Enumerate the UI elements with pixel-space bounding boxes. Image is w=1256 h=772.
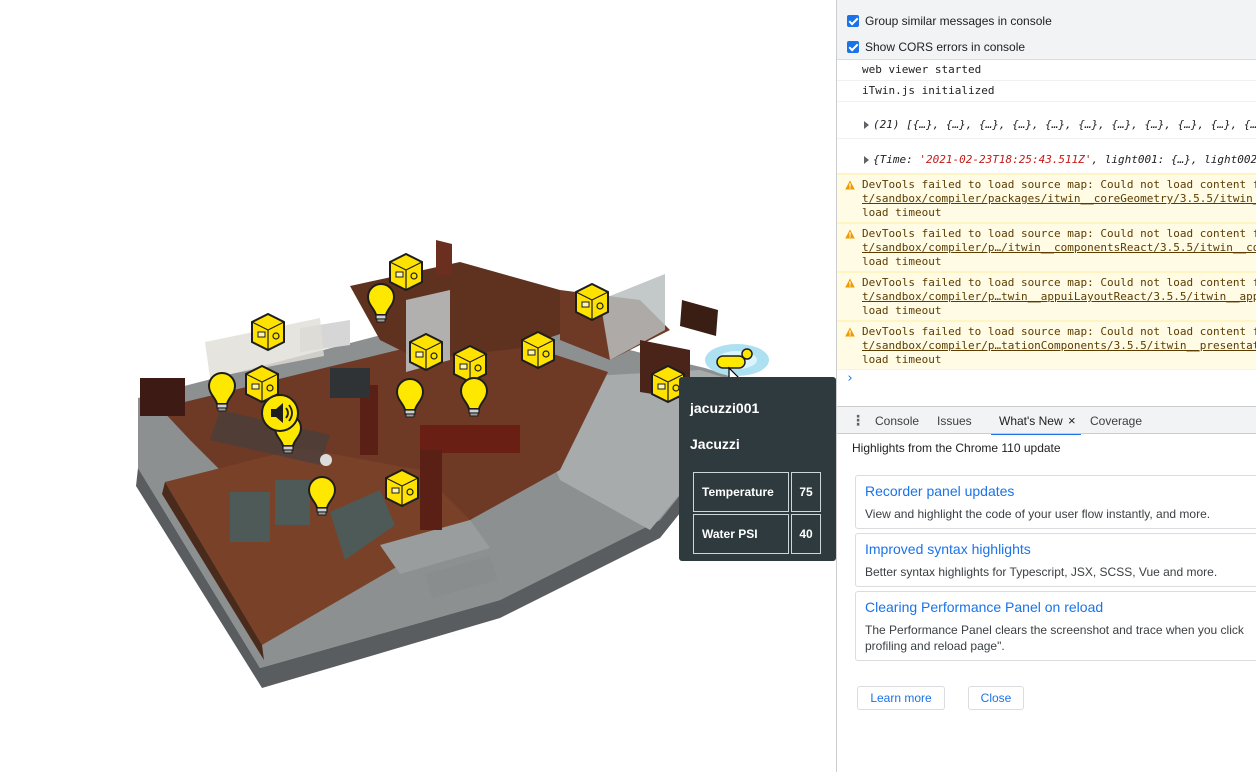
- close-button[interactable]: Close: [968, 686, 1024, 710]
- learn-more-button[interactable]: Learn more: [857, 686, 945, 710]
- console-message: iTwin.js initialized: [837, 81, 1256, 102]
- setting-label: Show CORS errors in console: [865, 40, 1026, 54]
- kebab-menu-icon[interactable]: ⋮: [851, 413, 865, 427]
- message-text: {Time: '2021-02-23T18:25:43.511Z', light…: [873, 153, 1256, 166]
- console-prompt[interactable]: ›: [846, 371, 854, 386]
- message-text: (21) [{…}, {…}, {…}, {…}, {…}, {…}, {…},…: [873, 118, 1256, 131]
- warning-text: load timeout: [862, 304, 942, 317]
- property-value: 75: [791, 472, 821, 512]
- warning-text: load timeout: [862, 255, 942, 268]
- card-title[interactable]: Recorder panel updates: [865, 483, 1014, 499]
- show-cors-setting[interactable]: Show CORS errors in console: [847, 40, 1025, 54]
- property-value: 40: [791, 514, 821, 554]
- warning-text: load timeout: [862, 206, 942, 219]
- speaker-icon[interactable]: [261, 394, 299, 432]
- message-text: iTwin.js initialized: [862, 84, 995, 97]
- warning-text: load timeout: [862, 353, 942, 366]
- console-message[interactable]: {Time: '2021-02-23T18:25:43.511Z', light…: [837, 139, 1256, 174]
- table-row: Temperature 75: [693, 472, 821, 512]
- source-link[interactable]: t/sandbox/compiler/p…tationComponents/3.…: [862, 339, 1256, 352]
- expand-arrow-icon[interactable]: [864, 121, 869, 129]
- source-link[interactable]: t/sandbox/compiler/p…twin__appuiLayoutRe…: [862, 290, 1256, 303]
- checkbox-icon[interactable]: [847, 15, 859, 27]
- checkbox-icon[interactable]: [847, 41, 859, 53]
- warning-text: DevTools failed to load source map: Coul…: [862, 325, 1256, 338]
- whats-new-panel: Highlights from the Chrome 110 update Re…: [837, 435, 1256, 772]
- property-name: Temperature: [693, 472, 789, 512]
- source-link[interactable]: t/sandbox/compiler/packages/itwin__coreG…: [862, 192, 1256, 205]
- feature-card[interactable]: Recorder panel updates View and highligh…: [855, 475, 1256, 529]
- warning-icon: [845, 229, 855, 239]
- warning-icon: [845, 180, 855, 190]
- warning-message: DevTools failed to load source map: Coul…: [837, 174, 1256, 223]
- card-description: View and highlight the code of your user…: [865, 507, 1211, 521]
- element-tooltip: jacuzzi001 Jacuzzi Temperature 75 Water …: [679, 377, 836, 561]
- warning-message: DevTools failed to load source map: Coul…: [837, 223, 1256, 272]
- setting-label: Group similar messages in console: [865, 14, 1052, 28]
- object-time: '2021-02-23T18:25:43.511Z': [919, 153, 1092, 166]
- warning-message: DevTools failed to load source map: Coul…: [837, 272, 1256, 321]
- appliance-marker[interactable]: [251, 313, 285, 351]
- warning-icon: [845, 327, 855, 337]
- object-suffix: , light001: {…}, light002: [1091, 153, 1256, 166]
- tab-coverage[interactable]: Coverage: [1090, 414, 1142, 428]
- appliance-marker[interactable]: [453, 345, 487, 383]
- console-message[interactable]: (21) [{…}, {…}, {…}, {…}, {…}, {…}, {…},…: [837, 102, 1256, 139]
- card-title[interactable]: Improved syntax highlights: [865, 541, 1031, 557]
- property-name: Water PSI: [693, 514, 789, 554]
- card-description: Better syntax highlights for Typescript,…: [865, 565, 1218, 579]
- appliance-marker[interactable]: [389, 253, 423, 291]
- console-settings: Group similar messages in console Show C…: [837, 0, 1256, 60]
- appliance-marker[interactable]: [385, 469, 419, 507]
- card-title[interactable]: Clearing Performance Panel on reload: [865, 599, 1103, 615]
- warning-icon: [845, 278, 855, 288]
- appliance-marker[interactable]: [409, 333, 443, 371]
- tooltip-properties-table: Temperature 75 Water PSI 40: [691, 470, 823, 556]
- expand-arrow-icon[interactable]: [864, 156, 869, 164]
- warning-text: DevTools failed to load source map: Coul…: [862, 227, 1256, 240]
- tooltip-element-name: Jacuzzi: [690, 436, 740, 452]
- message-text: web viewer started: [862, 63, 982, 76]
- group-similar-setting[interactable]: Group similar messages in console: [847, 14, 1052, 28]
- devtools-panel: Group similar messages in console Show C…: [836, 0, 1256, 772]
- warning-text: DevTools failed to load source map: Coul…: [862, 178, 1256, 191]
- drawer-tab-bar: ⋮ Console Issues What's New × Coverage: [837, 406, 1256, 436]
- tab-whats-new[interactable]: What's New: [991, 414, 1081, 436]
- warning-message: DevTools failed to load source map: Coul…: [837, 321, 1256, 370]
- table-row: Water PSI 40: [693, 514, 821, 554]
- close-icon[interactable]: ×: [1068, 413, 1076, 428]
- object-prefix: {Time:: [873, 153, 920, 166]
- console-message: web viewer started: [837, 60, 1256, 81]
- tooltip-element-id: jacuzzi001: [690, 400, 760, 416]
- warning-text: DevTools failed to load source map: Coul…: [862, 276, 1256, 289]
- card-description: The Performance Panel clears the screens…: [865, 623, 1244, 653]
- feature-card[interactable]: Improved syntax highlights Better syntax…: [855, 533, 1256, 587]
- feature-card[interactable]: Clearing Performance Panel on reload The…: [855, 591, 1256, 661]
- tab-issues[interactable]: Issues: [937, 414, 972, 428]
- appliance-marker[interactable]: [521, 331, 555, 369]
- tab-console[interactable]: Console: [875, 414, 919, 428]
- 3d-viewport[interactable]: jacuzzi001 Jacuzzi Temperature 75 Water …: [0, 0, 836, 772]
- highlights-heading: Highlights from the Chrome 110 update: [852, 441, 1061, 455]
- appliance-marker[interactable]: [575, 283, 609, 321]
- source-link[interactable]: t/sandbox/compiler/p…/itwin__componentsR…: [862, 241, 1256, 254]
